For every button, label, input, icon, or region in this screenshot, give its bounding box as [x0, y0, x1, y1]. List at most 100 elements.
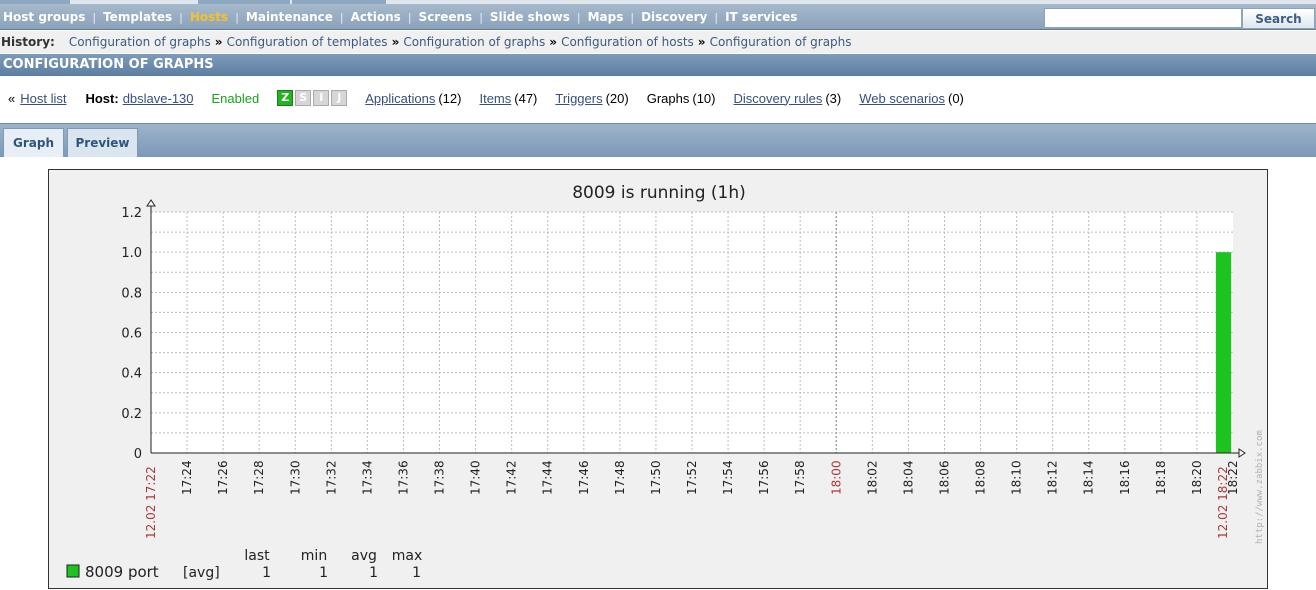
jmx-availability-icon: J	[331, 90, 348, 106]
x-tick-label: 17:24	[180, 460, 194, 495]
menu-item-screens[interactable]: Screens	[419, 10, 473, 24]
search-input[interactable]	[1044, 8, 1242, 28]
graphs-link: Graphs	[646, 90, 690, 106]
history-separator: »	[697, 35, 706, 49]
x-end-label: 12.02 18:22	[1216, 466, 1230, 539]
host-list-link[interactable]: Host list	[20, 91, 66, 106]
y-tick-label: 0.6	[121, 327, 142, 342]
legend-value-min: 1	[319, 565, 328, 581]
search-button[interactable]: Search	[1242, 8, 1315, 29]
host-info-bar: « Host list Host: dbslave-130 Enabled ZS…	[0, 86, 1316, 110]
x-tick-label: 17:58	[793, 460, 807, 495]
triggers-link[interactable]: Triggers	[555, 91, 602, 106]
y-tick-label: 0.4	[121, 367, 142, 382]
menu-item-discovery[interactable]: Discovery	[641, 10, 707, 24]
host-section-links: Applications (12) Items (47) Triggers (20) Gra…	[365, 91, 964, 106]
legend-header-last: last	[244, 548, 270, 564]
x-tick-label: 18:10	[1010, 460, 1024, 495]
x-tick-label: 17:30	[288, 460, 302, 495]
menu-item-actions[interactable]: Actions	[351, 10, 401, 24]
legend-swatch	[66, 564, 80, 578]
x-tick-label: 17:32	[324, 460, 338, 495]
series-bar	[1215, 252, 1232, 453]
legend-value-max: 1	[412, 565, 421, 581]
host-section-triggers: Triggers (20)	[555, 91, 628, 106]
menu-separator: |	[339, 10, 344, 24]
applications-link[interactable]: Applications	[365, 91, 435, 106]
y-tick-label: 0.2	[121, 407, 142, 422]
history-separator: »	[214, 35, 223, 49]
x-start-label: 12.02 17:22	[144, 466, 158, 539]
items-link[interactable]: Items	[479, 91, 511, 106]
x-tick-label: 17:44	[541, 460, 555, 495]
y-axis-arrow-icon	[146, 199, 156, 207]
x-tick-label: 17:54	[721, 460, 735, 495]
menu-item-maintenance[interactable]: Maintenance	[246, 10, 333, 24]
legend-series-func: [avg]	[183, 565, 220, 581]
x-tick-label: 18:14	[1082, 460, 1096, 495]
host-section-discovery-rules: Discovery rules (3)	[733, 91, 841, 106]
menu-item-slide-shows[interactable]: Slide shows	[490, 10, 570, 24]
x-tick-label: 18:12	[1046, 460, 1060, 495]
x-tick-label: 18:20	[1190, 460, 1204, 495]
history-link[interactable]: Configuration of hosts	[561, 35, 694, 49]
x-axis-arrow-icon	[1238, 448, 1246, 458]
triggers-count: (20)	[605, 90, 629, 106]
x-tick-label: 18:06	[937, 460, 951, 495]
x-tick-label: 18:16	[1118, 460, 1132, 495]
host-section-items: Items (47)	[479, 91, 537, 106]
zabbix-availability-icon: Z	[277, 90, 294, 106]
main-navigation: Host groups | Templates | Hosts | Maintenance |…	[0, 4, 1316, 30]
menu-separator: |	[407, 10, 412, 24]
host-section-web-scenarios: Web scenarios (0)	[859, 91, 964, 106]
history-separator: »	[391, 35, 400, 49]
history-link[interactable]: Configuration of graphs	[69, 35, 211, 49]
menu-separator: |	[92, 10, 97, 24]
x-tick-label: 17:48	[613, 460, 627, 495]
history-link[interactable]: Configuration of graphs	[403, 35, 545, 49]
x-tick-label: 18:02	[865, 460, 879, 495]
x-tick-label: 18:08	[974, 460, 988, 495]
menu-separator: |	[630, 10, 635, 24]
y-tick-label: 1.0	[121, 246, 142, 261]
menu-separator: |	[576, 10, 581, 24]
web-scenarios-link[interactable]: Web scenarios	[859, 91, 945, 106]
x-tick-label: 17:52	[685, 460, 699, 495]
menu-item-it-services[interactable]: IT services	[725, 10, 797, 24]
history-links: Configuration of graphs» Configuration of…	[69, 35, 852, 49]
tab-graph[interactable]: Graph	[3, 128, 64, 157]
y-tick-label: 0	[134, 447, 142, 462]
history-bar: History: Configuration of graphs» Configu…	[0, 31, 1316, 53]
tab-preview[interactable]: Preview	[67, 128, 138, 157]
discovery-rules-link[interactable]: Discovery rules	[733, 91, 822, 106]
main-menu: Host groups | Templates | Hosts | Maintenance |…	[3, 4, 797, 30]
legend-header-max: max	[392, 548, 423, 564]
legend-value-last: 1	[262, 565, 271, 581]
host-section-graphs: Graphs (10)	[647, 91, 716, 106]
graph-svg: 8009 is running (1h) 0 0.2 0.4 0.6 0.8 1.0 1.2 1…	[66, 183, 1265, 581]
menu-item-templates[interactable]: Templates	[103, 10, 172, 24]
history-separator: »	[549, 35, 558, 49]
x-tick-label: 17:26	[216, 460, 230, 495]
host-section-applications: Applications (12)	[365, 91, 461, 106]
y-tick-label: 1.2	[121, 206, 142, 221]
menu-item-host-groups[interactable]: Host groups	[3, 10, 85, 24]
menu-separator: |	[235, 10, 239, 24]
discovery-rules-count: (3)	[825, 90, 842, 106]
x-tick-label: 17:56	[757, 460, 771, 495]
availability-icons: ZSIJ	[277, 90, 348, 106]
web-scenarios-count: (0)	[947, 90, 964, 106]
menu-item-maps[interactable]: Maps	[588, 10, 624, 24]
x-tick-label: 17:40	[469, 460, 483, 495]
back-prefix: «	[8, 90, 16, 106]
x-tick-label: 17:46	[577, 460, 591, 495]
items-count: (47)	[514, 90, 538, 106]
menu-item-hosts[interactable]: Hosts	[190, 10, 228, 24]
host-status: Enabled	[211, 90, 260, 106]
menu-separator: |	[714, 10, 719, 24]
legend-header-min: min	[301, 548, 327, 564]
menu-separator: |	[179, 10, 183, 24]
host-name-link[interactable]: dbslave-130	[123, 91, 194, 106]
history-link[interactable]: Configuration of graphs	[710, 35, 852, 49]
history-link[interactable]: Configuration of templates	[227, 35, 388, 49]
